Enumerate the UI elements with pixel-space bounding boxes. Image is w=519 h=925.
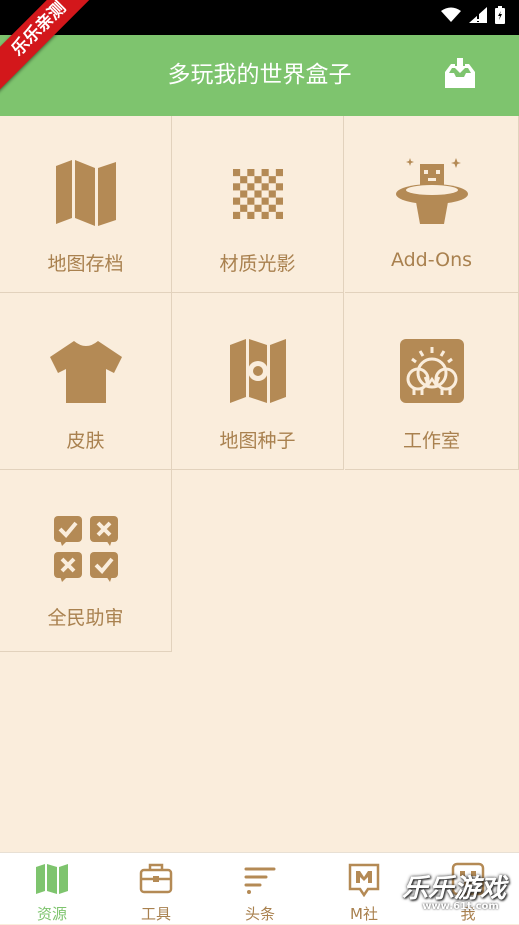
- grid-item-label: 工作室: [402, 430, 460, 452]
- headlines-icon: [244, 867, 276, 894]
- tab-headlines[interactable]: 头条: [208, 853, 312, 925]
- studio-icon: [399, 339, 464, 403]
- grid-item-label: 地图存档: [47, 253, 124, 275]
- map-icon: [55, 160, 116, 226]
- tab-tools[interactable]: 工具: [104, 853, 208, 925]
- wifi-icon: [441, 7, 461, 22]
- m-community-icon: [348, 863, 380, 897]
- magic-hat-icon: [395, 158, 468, 224]
- grid-item-label: Add-Ons: [390, 249, 473, 271]
- checker-texture-icon: [232, 169, 283, 219]
- signal-icon: [469, 7, 487, 23]
- shirt-icon: [49, 341, 122, 403]
- tab-label: 工具: [140, 905, 171, 923]
- grid-item-label: 全民助审: [47, 607, 124, 629]
- tab-label: M社: [350, 905, 378, 923]
- map-icon: [36, 864, 68, 894]
- grid-item-review[interactable]: 全民助审: [0, 470, 172, 652]
- grid-item-map-seed[interactable]: 地图种子: [172, 293, 344, 470]
- grid-item-addons[interactable]: Add-Ons: [345, 116, 519, 293]
- site-watermark: 乐乐游戏 www.61t.com: [402, 868, 519, 924]
- grid-item-studio[interactable]: 工作室: [345, 293, 519, 470]
- grid-item-map-archive[interactable]: 地图存档: [0, 116, 172, 293]
- watermark-title: 乐乐游戏: [402, 874, 507, 904]
- tab-label: 头条: [244, 905, 275, 923]
- map-seed-icon: [229, 339, 286, 403]
- download-tray-icon[interactable]: [442, 56, 478, 92]
- toolbox-icon: [139, 863, 173, 894]
- app-bar: 多玩我的世界盒子: [0, 35, 519, 116]
- tab-label: 资源: [36, 905, 67, 923]
- review-icon: [53, 516, 118, 582]
- tab-m-community[interactable]: M社: [312, 853, 416, 925]
- tab-resources[interactable]: 资源: [0, 853, 104, 925]
- grid-item-skins[interactable]: 皮肤: [0, 293, 172, 470]
- grid-item-label: 材质光影: [219, 253, 296, 275]
- battery-icon: [495, 6, 505, 24]
- grid-item-label: 地图种子: [219, 430, 296, 452]
- grid-item-texture[interactable]: 材质光影: [172, 116, 344, 293]
- grid-item-label: 皮肤: [66, 430, 105, 452]
